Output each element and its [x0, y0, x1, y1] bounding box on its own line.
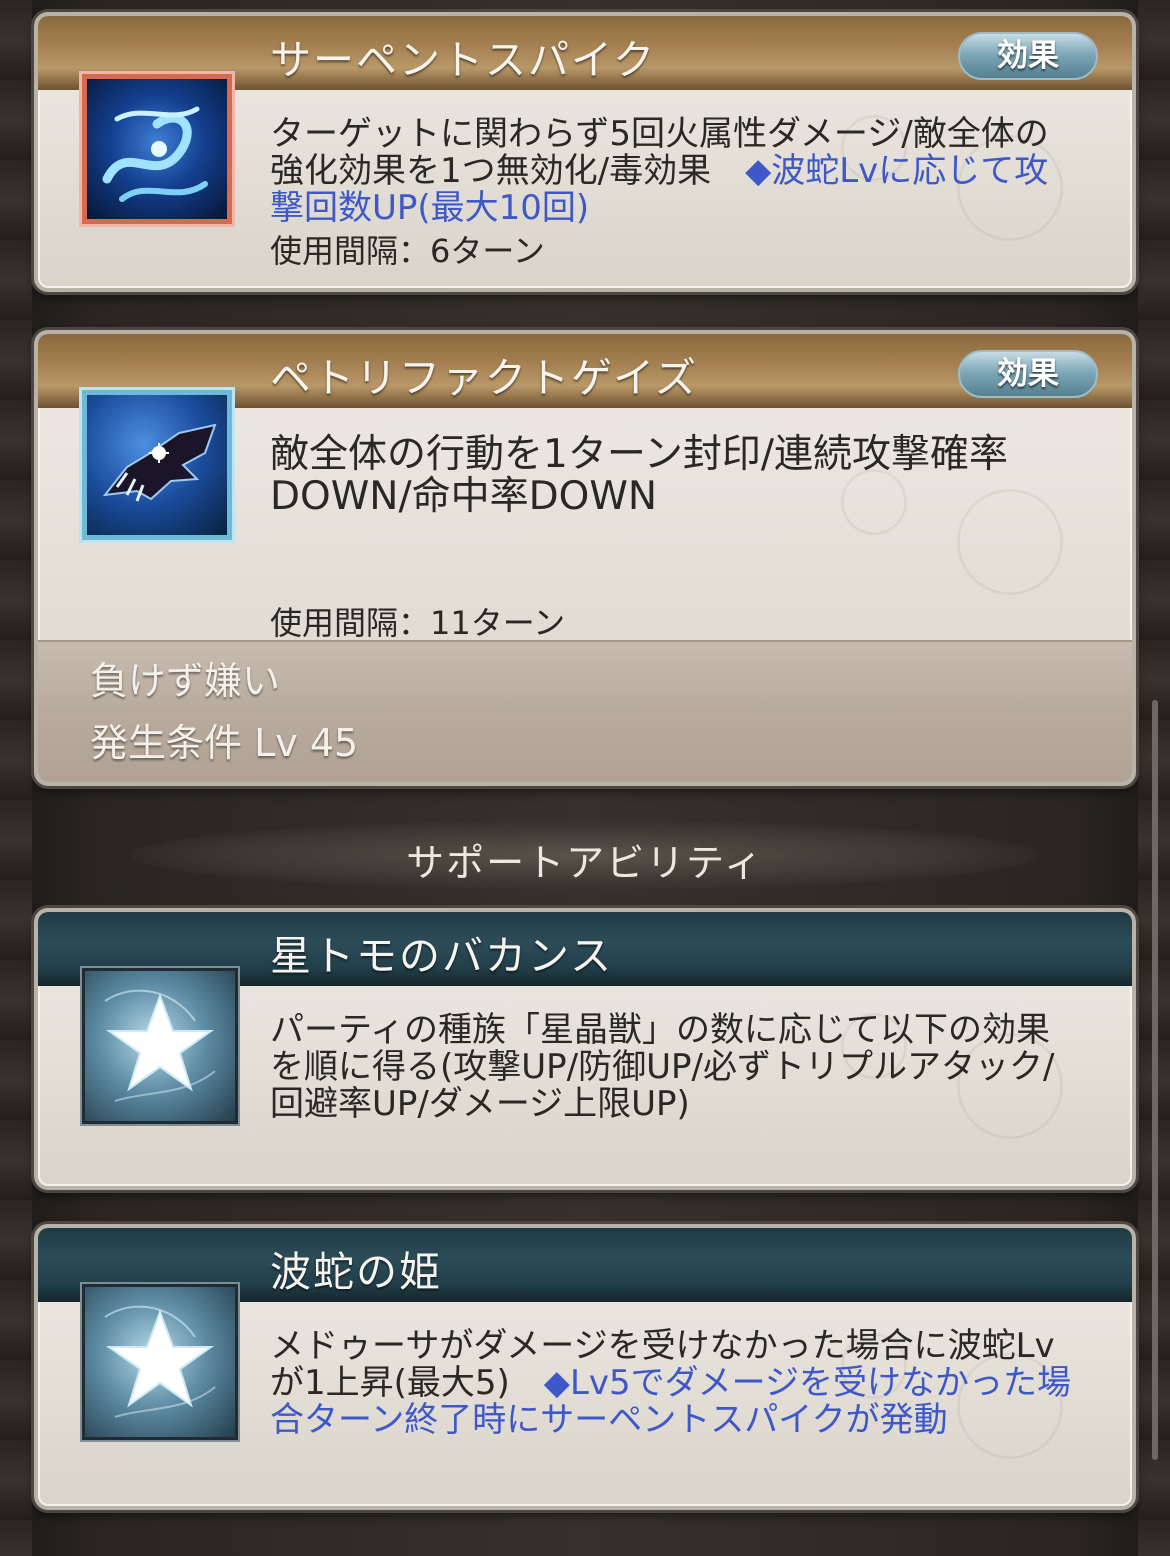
- locked-ability-band: 負けず嫌い 発生条件 Lv 45: [38, 640, 1132, 782]
- petrifact-gaze-icon[interactable]: [82, 390, 232, 540]
- ability-card-petrifact-gaze: ペトリファクトゲイズ 効果 敵全体の行動を1ターン封印/連続攻撃確率DOWN/命…: [34, 330, 1136, 786]
- ability-title: サーペントスパイク: [270, 36, 657, 84]
- effect-button[interactable]: 効果: [958, 32, 1098, 80]
- support-title: 星トモのバカンス: [270, 932, 614, 980]
- star-icon[interactable]: [82, 1284, 238, 1440]
- support-ability-section-header: サポートアビリティ: [130, 820, 1040, 890]
- serpent-spike-icon[interactable]: [82, 74, 232, 224]
- support-card-hada-no-hime: 波蛇の姫 メドゥーサがダメージを受けなかった場合に波蛇Lvが1上昇(最大5) ◆…: [34, 1224, 1136, 1510]
- unlock-condition: 発生条件 Lv 45: [90, 721, 359, 765]
- ability-card-serpent-spike: サーペントスパイク 効果 ターゲットに関わらず5回火属性ダメージ/敵全体の強化効…: [34, 12, 1136, 292]
- support-card-hoshitomo: 星トモのバカンス パーティの種族「星晶獣」の数に応じて以下の効果を順に得る(攻撃…: [34, 908, 1136, 1190]
- effect-button[interactable]: 効果: [958, 350, 1098, 398]
- support-title: 波蛇の姫: [270, 1248, 442, 1296]
- ability-description: 敵全体の行動を1ターン封印/連続攻撃確率DOWN/命中率DOWN: [270, 432, 1009, 519]
- support-description: パーティの種族「星晶獣」の数に応じて以下の効果を順に得る(攻撃UP/防御UP/必…: [270, 1010, 1055, 1124]
- section-title: サポートアビリティ: [406, 841, 764, 885]
- star-icon[interactable]: [82, 968, 238, 1124]
- ability-description: ターゲットに関わらず5回火属性ダメージ/敵全体の強化効果を1つ無効化/毒効果 ◆…: [270, 116, 1080, 227]
- ability-title: ペトリファクトゲイズ: [270, 354, 698, 402]
- locked-ability-name: 負けず嫌い: [90, 659, 281, 703]
- cooldown-interval: 使用間隔：11ターン: [270, 604, 566, 642]
- left-frame-rail: [0, 0, 32, 1556]
- cooldown-interval: 使用間隔：6ターン: [270, 232, 545, 270]
- scrollbar[interactable]: [1152, 700, 1158, 1460]
- support-description: メドゥーサがダメージを受けなかった場合に波蛇Lvが1上昇(最大5) ◆Lv5でダ…: [270, 1328, 1080, 1439]
